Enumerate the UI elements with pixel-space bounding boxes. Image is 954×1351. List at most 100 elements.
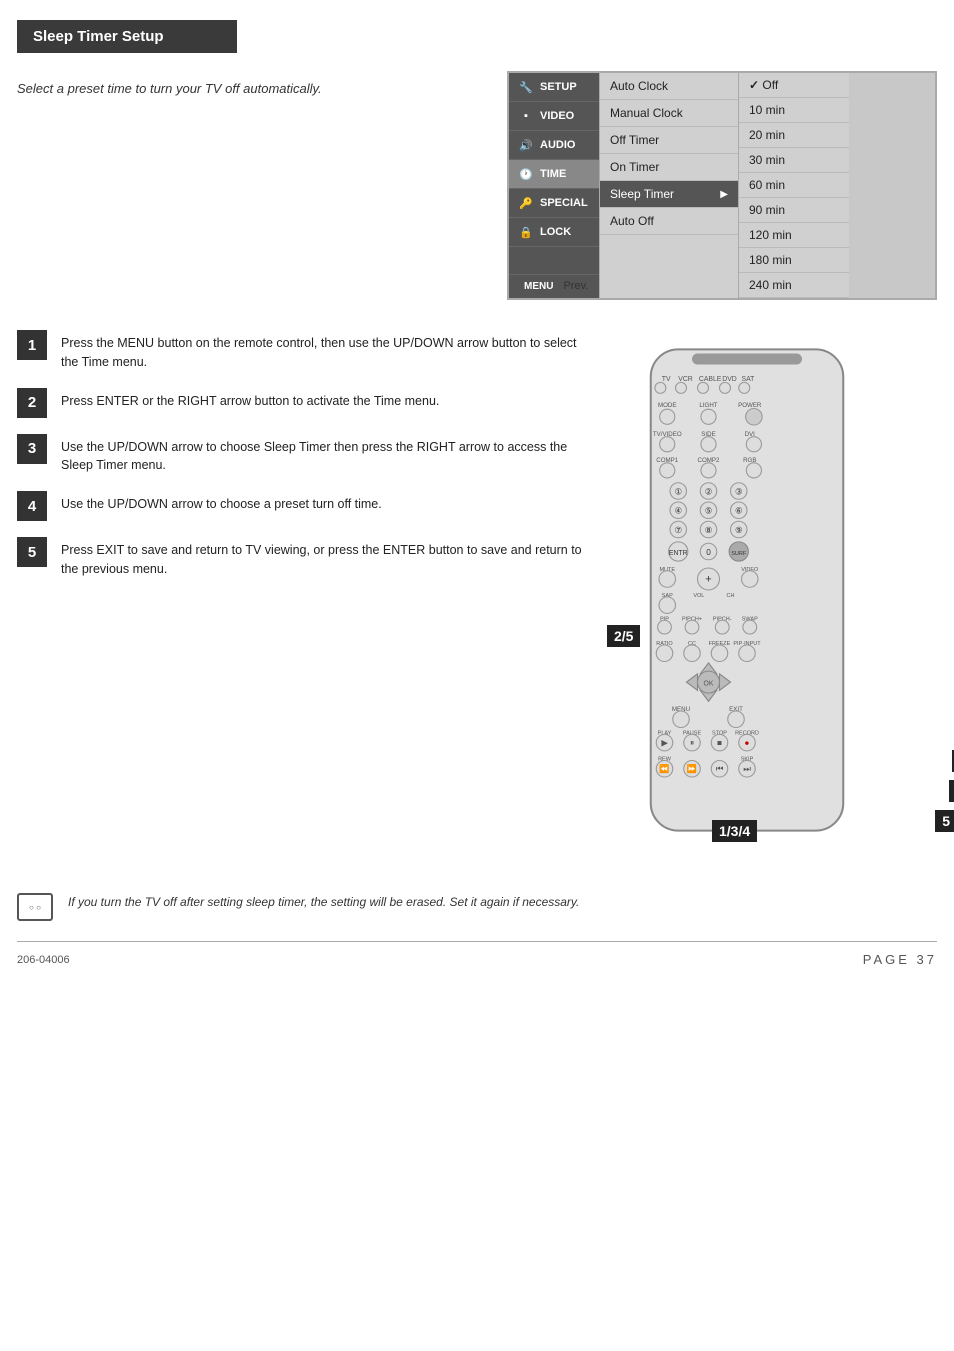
step-num-1: 1 — [17, 330, 47, 360]
svg-text:TV: TV — [662, 376, 671, 383]
svg-text:①: ① — [675, 487, 682, 496]
value-10min[interactable]: 10 min — [739, 98, 849, 123]
step-num-5: 5 — [17, 537, 47, 567]
menu-item-sleep-timer[interactable]: Sleep Timer — [600, 181, 738, 208]
value-20min[interactable]: 20 min — [739, 123, 849, 148]
nav-item-audio[interactable]: 🔊 AUDIO — [509, 131, 599, 160]
svg-text:ENTR: ENTR — [669, 550, 688, 557]
svg-text:■: ■ — [717, 738, 722, 747]
value-240min[interactable]: 240 min — [739, 273, 849, 298]
step-num-2: 2 — [17, 388, 47, 418]
time-icon: 🕐 — [517, 167, 535, 181]
step-row-5: 5 Press EXIT to save and return to TV vi… — [17, 537, 587, 579]
svg-text:③: ③ — [735, 487, 742, 496]
step-row-2: 2 Press ENTER or the RIGHT arrow button … — [17, 388, 587, 418]
value-60min[interactable]: 60 min — [739, 173, 849, 198]
svg-text:LIGHT: LIGHT — [699, 402, 717, 409]
special-icon: 🔑 — [517, 196, 535, 210]
menu-values-column: Off 10 min 20 min 30 min 60 min 90 min 1… — [739, 73, 849, 298]
nav-item-setup[interactable]: 🔧 SETUP — [509, 73, 599, 102]
page-footer: 206-04006 PAGE 37 — [17, 941, 937, 967]
prev-label: Prev. — [563, 280, 588, 293]
note-section: If you turn the TV off after setting sle… — [17, 883, 937, 921]
remote-area: TV VCR CABLE DVD SAT MODE LIGHT POWER — [617, 330, 937, 853]
step-row-4: 4 Use the UP/DOWN arrow to choose a pres… — [17, 491, 587, 521]
svg-text:②: ② — [705, 487, 712, 496]
steps-section: 1 Press the MENU button on the remote co… — [17, 330, 937, 853]
remote-svg: TV VCR CABLE DVD SAT MODE LIGHT POWER — [637, 330, 857, 850]
description-text: Select a preset time to turn your TV off… — [17, 81, 477, 96]
menu-items-column: Auto Clock Manual Clock Off Timer On Tim… — [599, 73, 739, 298]
svg-text:⑥: ⑥ — [735, 507, 742, 516]
nav-label-setup: SETUP — [540, 81, 577, 93]
svg-text:⏮: ⏮ — [716, 765, 723, 774]
nav-label-time: TIME — [540, 168, 566, 180]
svg-text:VOL: VOL — [693, 593, 704, 599]
note-text: If you turn the TV off after setting sle… — [68, 893, 579, 921]
nav-item-time[interactable]: 🕐 TIME — [509, 160, 599, 189]
step-text-1: Press the MENU button on the remote cont… — [61, 330, 587, 372]
nav-label-special: SPECIAL — [540, 197, 588, 209]
menu-item-on-timer[interactable]: On Timer — [600, 154, 738, 181]
step-label-1-3-4-bottom: 1/3/4 — [712, 820, 757, 842]
setup-icon: 🔧 — [517, 80, 535, 94]
page-title: Sleep Timer Setup — [17, 20, 237, 53]
step-label-5-right: 5 — [935, 810, 954, 832]
menu-item-auto-off[interactable]: Auto Off — [600, 208, 738, 235]
step-text-2: Press ENTER or the RIGHT arrow button to… — [61, 388, 439, 411]
step-text-3: Use the UP/DOWN arrow to choose Sleep Ti… — [61, 434, 587, 476]
nav-item-video[interactable]: ▪ VIDEO — [509, 102, 599, 131]
svg-text:⏪: ⏪ — [659, 764, 669, 774]
menu-item-off-timer[interactable]: Off Timer — [600, 127, 738, 154]
steps-list: 1 Press the MENU button on the remote co… — [17, 330, 587, 853]
footer-page: PAGE 37 — [863, 952, 937, 967]
page-container: Sleep Timer Setup Select a preset time t… — [17, 0, 937, 987]
svg-text:▶: ▶ — [661, 738, 668, 747]
nav-label-lock: LOCK — [540, 226, 571, 238]
svg-text:⏭: ⏭ — [743, 765, 750, 774]
svg-text:⏩: ⏩ — [687, 764, 697, 774]
top-section: Select a preset time to turn your TV off… — [17, 71, 937, 300]
nav-item-lock[interactable]: 🔒 LOCK — [509, 218, 599, 247]
svg-text:OK: OK — [704, 681, 714, 688]
svg-text:⑤: ⑤ — [705, 507, 712, 516]
menu-nav-column: 🔧 SETUP ▪ VIDEO 🔊 AUDIO 🕐 TIME — [509, 73, 599, 298]
menu-footer: MENU Prev. — [509, 275, 599, 298]
svg-text:●: ● — [745, 738, 750, 747]
svg-text:⑦: ⑦ — [675, 526, 682, 535]
audio-icon: 🔊 — [517, 138, 535, 152]
svg-text:⑨: ⑨ — [735, 526, 742, 535]
lock-icon: 🔒 — [517, 225, 535, 239]
value-off[interactable]: Off — [739, 73, 849, 98]
value-30min[interactable]: 30 min — [739, 148, 849, 173]
step-label-2-5: 2/5 — [607, 625, 640, 647]
nav-label-video: VIDEO — [540, 110, 574, 122]
menu-item-manual-clock[interactable]: Manual Clock — [600, 100, 738, 127]
menu-btn[interactable]: MENU — [519, 280, 558, 293]
step-row-3: 3 Use the UP/DOWN arrow to choose Sleep … — [17, 434, 587, 476]
nav-item-special[interactable]: 🔑 SPECIAL — [509, 189, 599, 218]
svg-text:SURF: SURF — [731, 551, 747, 557]
svg-text:MODE: MODE — [658, 402, 677, 409]
step-text-5: Press EXIT to save and return to TV view… — [61, 537, 587, 579]
svg-text:⑧: ⑧ — [705, 526, 712, 535]
value-180min[interactable]: 180 min — [739, 248, 849, 273]
menu-item-auto-clock[interactable]: Auto Clock — [600, 73, 738, 100]
remote-wrapper: TV VCR CABLE DVD SAT MODE LIGHT POWER — [637, 330, 917, 853]
svg-text:⏸: ⏸ — [690, 738, 694, 747]
description-area: Select a preset time to turn your TV off… — [17, 71, 477, 300]
step-num-4: 4 — [17, 491, 47, 521]
tv-menu: 🔧 SETUP ▪ VIDEO 🔊 AUDIO 🕐 TIME — [507, 71, 937, 300]
value-120min[interactable]: 120 min — [739, 223, 849, 248]
step-text-4: Use the UP/DOWN arrow to choose a preset… — [61, 491, 382, 514]
svg-text:CH: CH — [727, 593, 735, 599]
value-90min[interactable]: 90 min — [739, 198, 849, 223]
note-icon — [17, 893, 53, 921]
svg-text:+: + — [705, 573, 711, 585]
footer-code: 206-04006 — [17, 954, 70, 966]
step-row-1: 1 Press the MENU button on the remote co… — [17, 330, 587, 372]
svg-text:0: 0 — [706, 548, 711, 557]
video-icon: ▪ — [517, 109, 535, 123]
svg-text:POWER: POWER — [738, 402, 762, 409]
menu-ui-area: 🔧 SETUP ▪ VIDEO 🔊 AUDIO 🕐 TIME — [507, 71, 937, 300]
